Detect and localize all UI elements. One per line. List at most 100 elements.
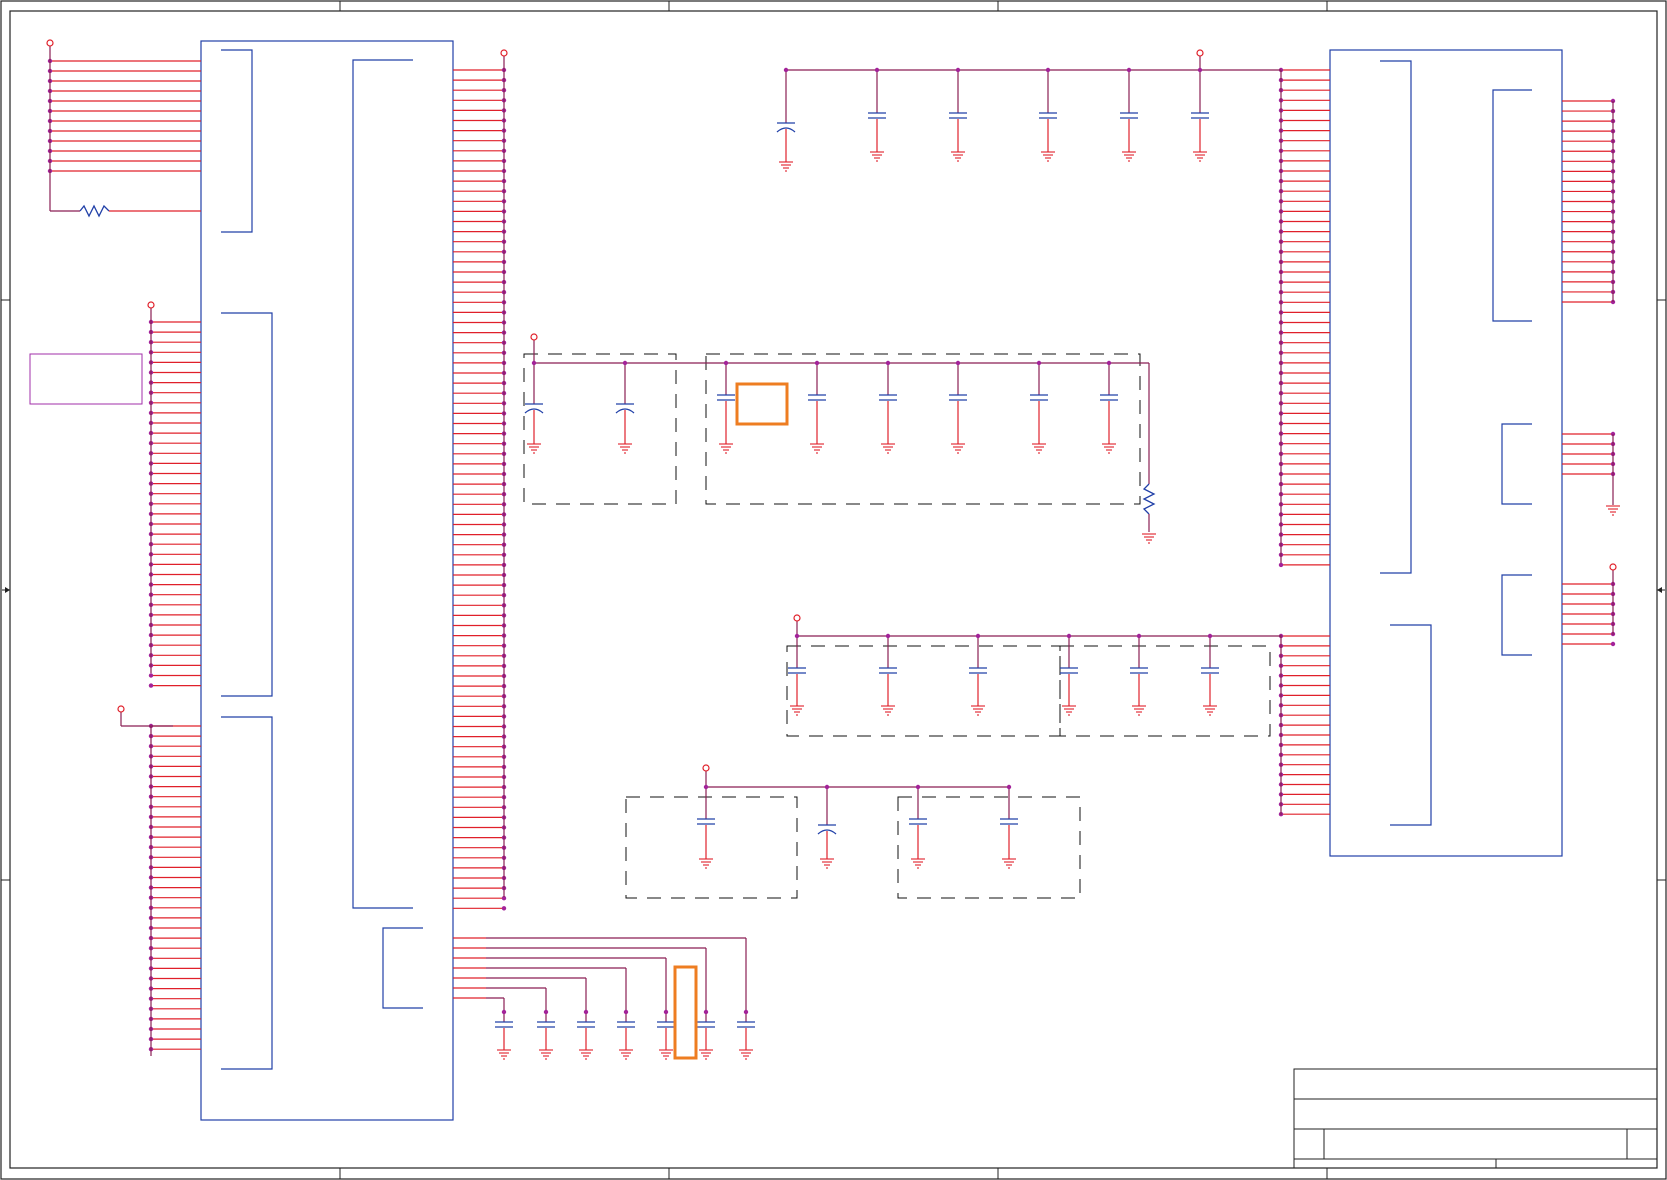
sheet-inner-border: [9, 10, 1658, 1169]
junction-dot: [1197, 67, 1203, 73]
ground-icon: [497, 1049, 511, 1060]
ground-icon: [739, 1049, 753, 1060]
capacitor-icon: [1191, 67, 1209, 162]
capacitor-icon: [1030, 360, 1048, 454]
power-flag-icon: [500, 49, 508, 57]
ground-icon: [539, 1049, 553, 1060]
pin-group-bracket: [1492, 89, 1532, 322]
left-bot-net: [117, 705, 173, 1056]
junction-dot: [1136, 633, 1142, 639]
ground-icon: [790, 705, 804, 716]
ground-icon: [881, 443, 895, 454]
left-mid-net: [147, 301, 155, 673]
ground-icon: [1002, 858, 1016, 869]
ground-icon: [1102, 443, 1116, 454]
capacitor-icon: [1120, 67, 1138, 162]
junction-dot: [783, 67, 789, 73]
main-ic-pins-mid: [148, 319, 201, 688]
top-caps: [776, 67, 1209, 172]
zone-ticks: [1, 1, 1666, 1179]
annotation-box: [29, 353, 143, 405]
junction-dot: [885, 360, 891, 366]
pin-group-bracket: [221, 716, 273, 1070]
ground-icon: [527, 443, 541, 454]
cap-group-frame: [897, 796, 1081, 899]
cap-group-frame: [1059, 645, 1271, 737]
ground-icon: [951, 443, 965, 454]
right-ic-pins-left: [1278, 67, 1330, 568]
ground-icon: [1062, 705, 1076, 716]
capacitor-icon: [879, 360, 897, 454]
junction-dot: [743, 1009, 749, 1015]
ground-icon: [699, 858, 713, 869]
ground-icon: [1606, 505, 1620, 516]
junction-dot: [955, 67, 961, 73]
junction-dot: [501, 906, 507, 911]
power-flag-icon: [1196, 49, 1204, 57]
ground-icon: [618, 443, 632, 454]
cap-group-frame: [523, 353, 677, 505]
arrow-left-icon: [1657, 587, 1665, 593]
capacitor-icon: [868, 67, 886, 162]
capacitor-icon: [1100, 360, 1118, 454]
junction-dot: [531, 360, 537, 366]
ground-icon: [619, 1049, 633, 1060]
ground-icon: [870, 151, 884, 162]
ground-icon: [1032, 443, 1046, 454]
ground-icon: [971, 705, 985, 716]
power-flag-icon: [147, 301, 155, 309]
polarized-capacitor-icon: [817, 784, 837, 869]
ground-icon: [1203, 705, 1217, 716]
sheet-outer-border: [0, 0, 1667, 1180]
capacitor-icon: [808, 360, 826, 454]
power-flag-icon: [46, 39, 54, 47]
pin-group-bracket: [352, 59, 413, 909]
pin-group-bracket: [382, 927, 423, 1009]
capacitor-icon: [949, 360, 967, 454]
polarized-capacitor-icon: [776, 67, 796, 172]
right-ic-pins-left-low: [1278, 633, 1330, 817]
ground-icon: [881, 705, 895, 716]
ground-icon: [1132, 705, 1146, 716]
capacitor-icon: [697, 1009, 715, 1060]
center-cap-row: [702, 764, 1009, 788]
resistor-icon: [1142, 483, 1156, 515]
junction-dot: [1036, 360, 1042, 366]
pin-group-bracket: [221, 49, 253, 233]
power-flag-icon: [530, 333, 538, 341]
junction-dot: [583, 1009, 589, 1015]
junction-dot: [1006, 784, 1012, 790]
ground-icon: [579, 1049, 593, 1060]
polarized-capacitor-icon: [615, 360, 635, 454]
pin-group-bracket: [1390, 624, 1432, 826]
junction-dot: [501, 1009, 507, 1015]
lower-cap-row: [793, 614, 1281, 637]
left-top-net: [46, 39, 201, 218]
junction-dot: [703, 784, 709, 790]
pin-group-bracket: [1501, 574, 1532, 656]
junction-dot: [885, 633, 891, 639]
ground-icon: [810, 443, 824, 454]
capacitor-icon: [617, 1009, 635, 1060]
junction-dot: [814, 360, 820, 366]
junction-dot: [955, 360, 961, 366]
capacitor-icon: [577, 1009, 595, 1060]
power-flag-icon: [702, 764, 710, 772]
main-ic: [200, 40, 454, 1121]
highlight-box: [735, 382, 789, 426]
junction-dot: [975, 633, 981, 639]
pin-group-bracket: [1380, 60, 1412, 574]
junction-dot: [663, 1009, 669, 1015]
center-caps: [697, 784, 1018, 869]
pin-group-bracket: [221, 312, 273, 697]
main-ic-pins-right: [453, 67, 507, 911]
ground-icon: [1122, 151, 1136, 162]
capacitor-icon: [657, 1009, 675, 1060]
ground-icon: [820, 858, 834, 869]
junction-dot: [703, 1009, 709, 1015]
junction-dot: [1278, 562, 1284, 568]
junction-dot: [1126, 67, 1132, 73]
junction-dot: [623, 1009, 629, 1015]
junction-dot: [1610, 641, 1616, 647]
power-flag-icon: [793, 614, 801, 622]
